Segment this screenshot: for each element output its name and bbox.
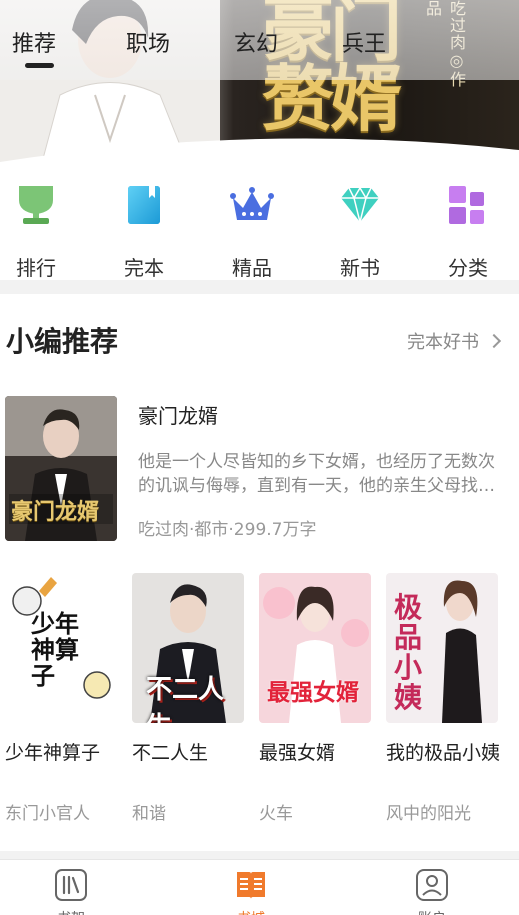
book-author: 火车 [259, 804, 293, 824]
category-label: 精品 [232, 256, 272, 280]
book-cover: 不二人生 [132, 573, 244, 723]
nav-label: 书城 [221, 908, 281, 915]
category-label: 排行 [16, 256, 56, 280]
book-title: 少年神算子 [5, 742, 101, 764]
book-icon [128, 186, 160, 224]
tab-fantasy[interactable]: 玄幻 [234, 26, 278, 62]
cover-title: 少年神算子 [31, 609, 79, 690]
bookshelf-icon [55, 869, 87, 901]
nav-label: 账户 [402, 908, 462, 915]
carousel-dots [218, 151, 280, 157]
diamond-icon [341, 186, 379, 223]
category-premium[interactable]: 精品 [217, 182, 287, 280]
tab-recommend[interactable]: 推荐 [12, 26, 56, 62]
tab-soldier-king[interactable]: 兵王 [342, 26, 386, 62]
cover-title: 最强女婿 [267, 679, 359, 706]
nav-bookshelf[interactable]: 书架 [41, 868, 101, 915]
bottom-divider [0, 851, 519, 859]
book-card[interactable]: 最强女婿 最强女婿 火车 [259, 573, 371, 824]
category-label: 新书 [340, 256, 380, 280]
book-cover: 少年神算子 [5, 573, 117, 723]
category-label: 分类 [448, 256, 488, 280]
book-author: 和谐 [132, 804, 166, 824]
carousel-dot[interactable] [218, 151, 224, 157]
category-new-books[interactable]: 新书 [325, 182, 395, 280]
featured-cover-title: 豪门龙婿 [11, 499, 100, 525]
account-icon [416, 869, 448, 901]
book-author: 东门小官人 [5, 804, 90, 824]
bottom-nav: 书架 书城 账户 [0, 859, 519, 915]
featured-book-description: 他是一个人尽皆知的乡下女婿，也经历了无数次的讥讽与侮辱，直到有一天，他的亲生父母… [138, 452, 495, 496]
chevron-right-icon [486, 333, 502, 349]
book-title: 我的极品小姨 [386, 742, 501, 764]
book-title: 最强女婿 [259, 742, 336, 764]
book-card[interactable]: 不二人生 不二人生 和谐 [132, 573, 244, 824]
carousel-dot[interactable] [232, 151, 238, 157]
nav-label: 书架 [41, 908, 101, 915]
grid-icon [449, 186, 484, 224]
carousel-dot[interactable] [260, 151, 266, 157]
nav-account[interactable]: 账户 [402, 868, 462, 915]
nav-bookstore[interactable]: 书城 [221, 868, 281, 915]
book-author: 风中的阳光 [386, 804, 471, 824]
top-tab-bar: 推荐 职场 玄幻 兵王 [0, 0, 519, 80]
trophy-icon [19, 186, 53, 224]
featured-book-cover[interactable]: 豪门龙婿 [5, 396, 117, 541]
book-cover: 最强女婿 [259, 573, 371, 723]
book-card[interactable]: 少年神算子 少年神算子 东门小官人 [5, 573, 117, 824]
section-divider [0, 280, 519, 294]
cover-title: 极品小姨 [394, 591, 423, 714]
cover-title: 不二人生 [146, 675, 225, 723]
category-classify[interactable]: 分类 [433, 182, 503, 280]
featured-book-meta: 吃过肉·都市·299.7万字 [138, 520, 317, 540]
active-tab-indicator [25, 63, 54, 68]
category-label: 完本 [124, 256, 164, 280]
book-card[interactable]: 极品小姨 我的极品小姨 风中的阳光 [386, 573, 500, 824]
crown-icon [230, 187, 274, 220]
book-cover: 极品小姨 [386, 573, 498, 723]
category-completed[interactable]: 完本 [109, 182, 179, 280]
tab-workplace[interactable]: 职场 [126, 26, 170, 62]
category-row: 排行 完本 精品 新书 分类 [0, 170, 519, 280]
section-more-link[interactable]: 完本好书 [407, 328, 502, 354]
bookstore-icon [237, 872, 265, 899]
section-more-label: 完本好书 [407, 332, 479, 353]
carousel-dot[interactable] [246, 151, 252, 157]
section-title: 小编推荐 [6, 325, 119, 358]
carousel-dot[interactable] [274, 151, 280, 157]
category-ranking[interactable]: 排行 [1, 182, 71, 280]
featured-book-title[interactable]: 豪门龙婿 [138, 400, 218, 429]
book-title: 不二人生 [132, 742, 209, 764]
